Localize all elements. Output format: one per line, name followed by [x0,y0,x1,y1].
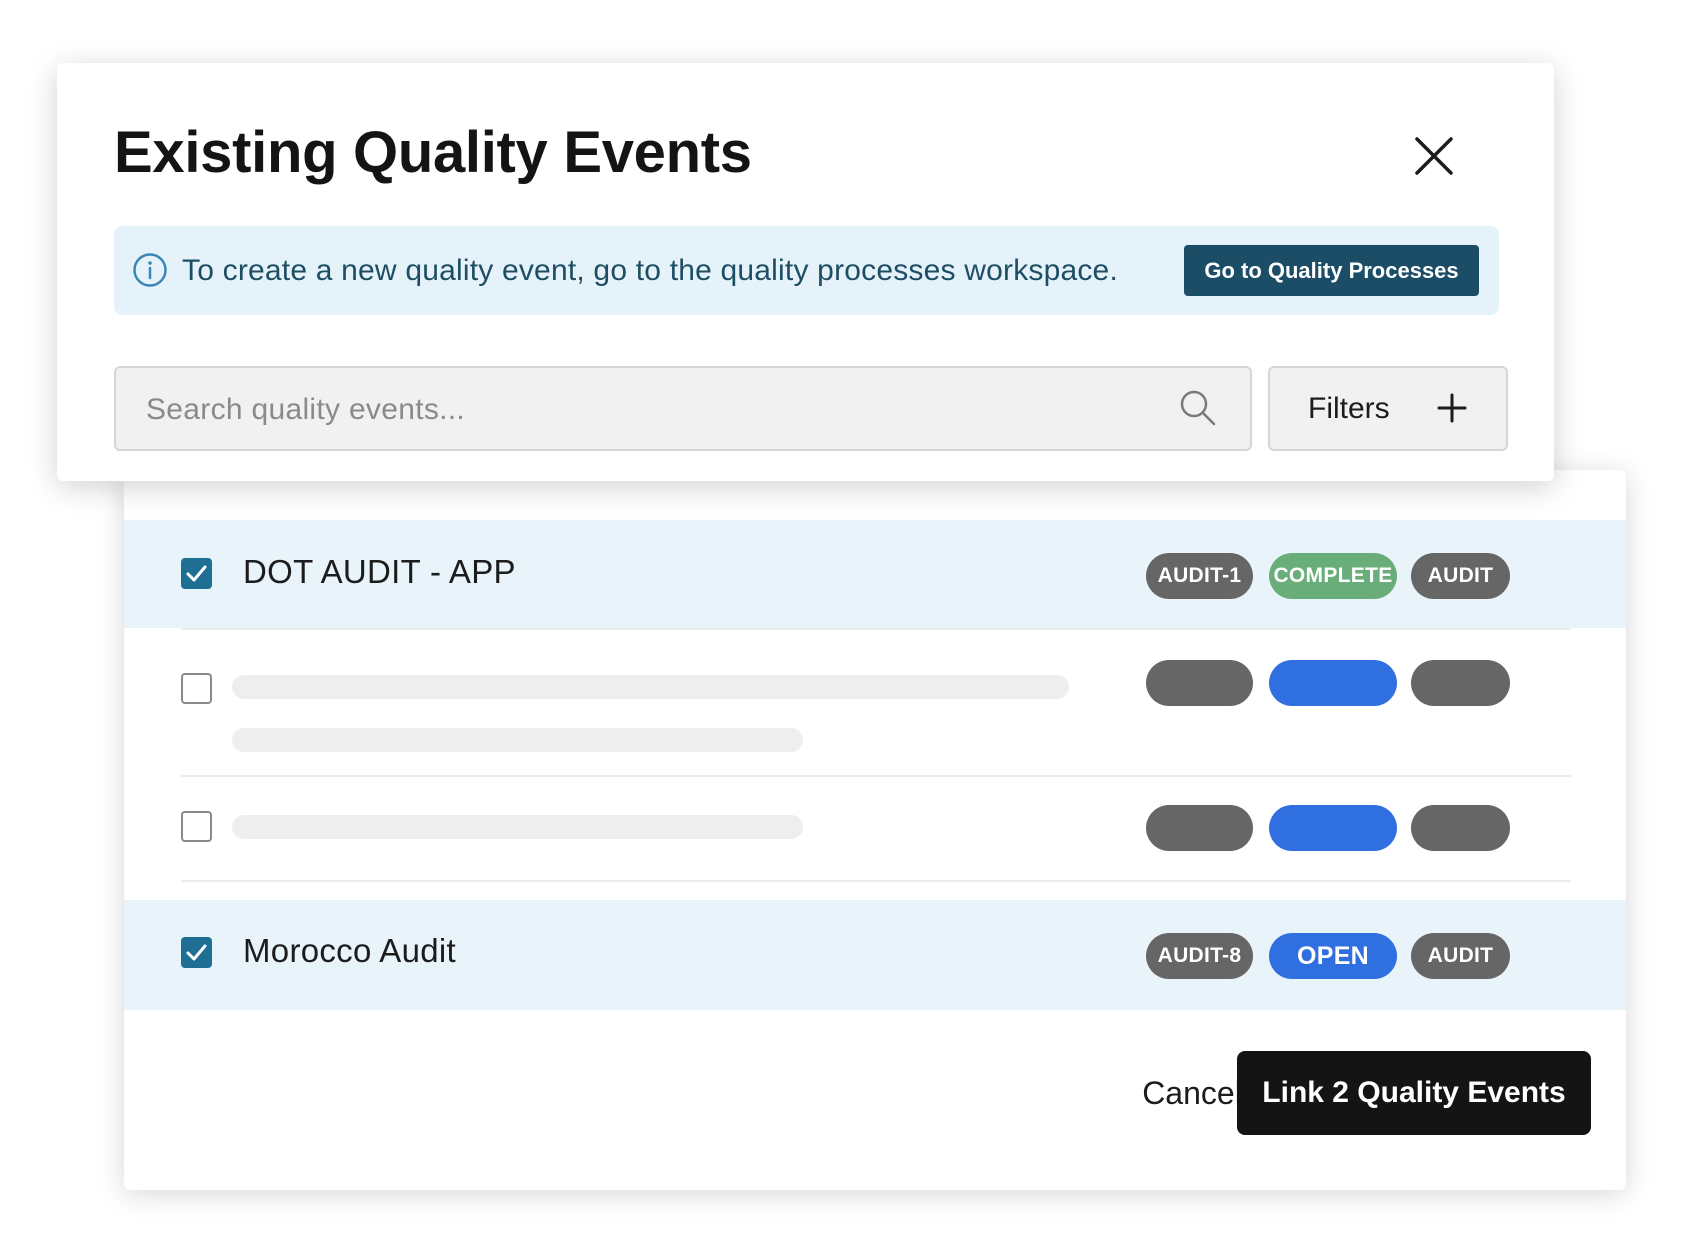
close-button[interactable] [1409,131,1459,181]
results-panel: DOT AUDIT - APP AUDIT-1 COMPLETE AUDIT M… [124,470,1626,1190]
row-3-id-badge-skeleton [1146,805,1253,851]
row-4-title: Morocco Audit [243,932,457,969]
info-icon [133,253,167,287]
row-1-checkbox[interactable] [181,558,212,589]
filters-label: Filters [1308,392,1390,425]
search-input[interactable] [144,368,1148,451]
row-4-status-badge: OPEN [1269,933,1397,979]
row-1-id-badge: AUDIT-1 [1146,553,1253,599]
row-3-type-badge-skeleton [1411,805,1510,851]
info-banner: To create a new quality event, go to the… [114,226,1499,315]
row-2-status-badge-skeleton [1269,660,1397,706]
row-4-checkbox[interactable] [181,937,212,968]
row-1-type-badge: AUDIT [1411,553,1510,599]
plus-icon [1437,393,1467,423]
result-row-4[interactable]: Morocco Audit AUDIT-8 OPEN AUDIT [124,900,1626,1010]
row-2-type-badge-skeleton [1411,660,1510,706]
search-field[interactable] [114,366,1252,451]
row-4-id-badge: AUDIT-8 [1146,933,1253,979]
result-row-3-loading[interactable] [124,777,1626,880]
checkmark-icon [186,944,207,961]
result-row-1[interactable]: DOT AUDIT - APP AUDIT-1 COMPLETE AUDIT [124,520,1626,628]
row-2-id-badge-skeleton [1146,660,1253,706]
row-4-type-badge: AUDIT [1411,933,1510,979]
dialog-header-panel: Existing Quality Events To create a new … [57,63,1554,481]
search-icon[interactable] [1178,388,1218,428]
close-icon [1415,137,1453,175]
row-2-title-skeleton [232,675,1069,699]
row-3-checkbox[interactable] [181,811,212,842]
dialog-title: Existing Quality Events [114,120,752,185]
row-3-title-skeleton [232,815,803,839]
row-2-checkbox[interactable] [181,673,212,704]
checkmark-icon [186,565,207,582]
stage: DOT AUDIT - APP AUDIT-1 COMPLETE AUDIT M… [0,0,1689,1251]
go-to-quality-processes-button[interactable]: Go to Quality Processes [1184,245,1479,296]
result-row-2-loading[interactable] [124,630,1626,775]
row-3-status-badge-skeleton [1269,805,1397,851]
row-2-subtitle-skeleton [232,728,803,752]
info-banner-message: To create a new quality event, go to the… [182,254,1118,287]
filters-button[interactable]: Filters [1268,366,1508,451]
link-quality-events-button[interactable]: Link 2 Quality Events [1237,1051,1591,1135]
row-1-status-badge: COMPLETE [1269,553,1397,599]
row-1-title: DOT AUDIT - APP [243,553,516,590]
row-divider [181,880,1571,882]
